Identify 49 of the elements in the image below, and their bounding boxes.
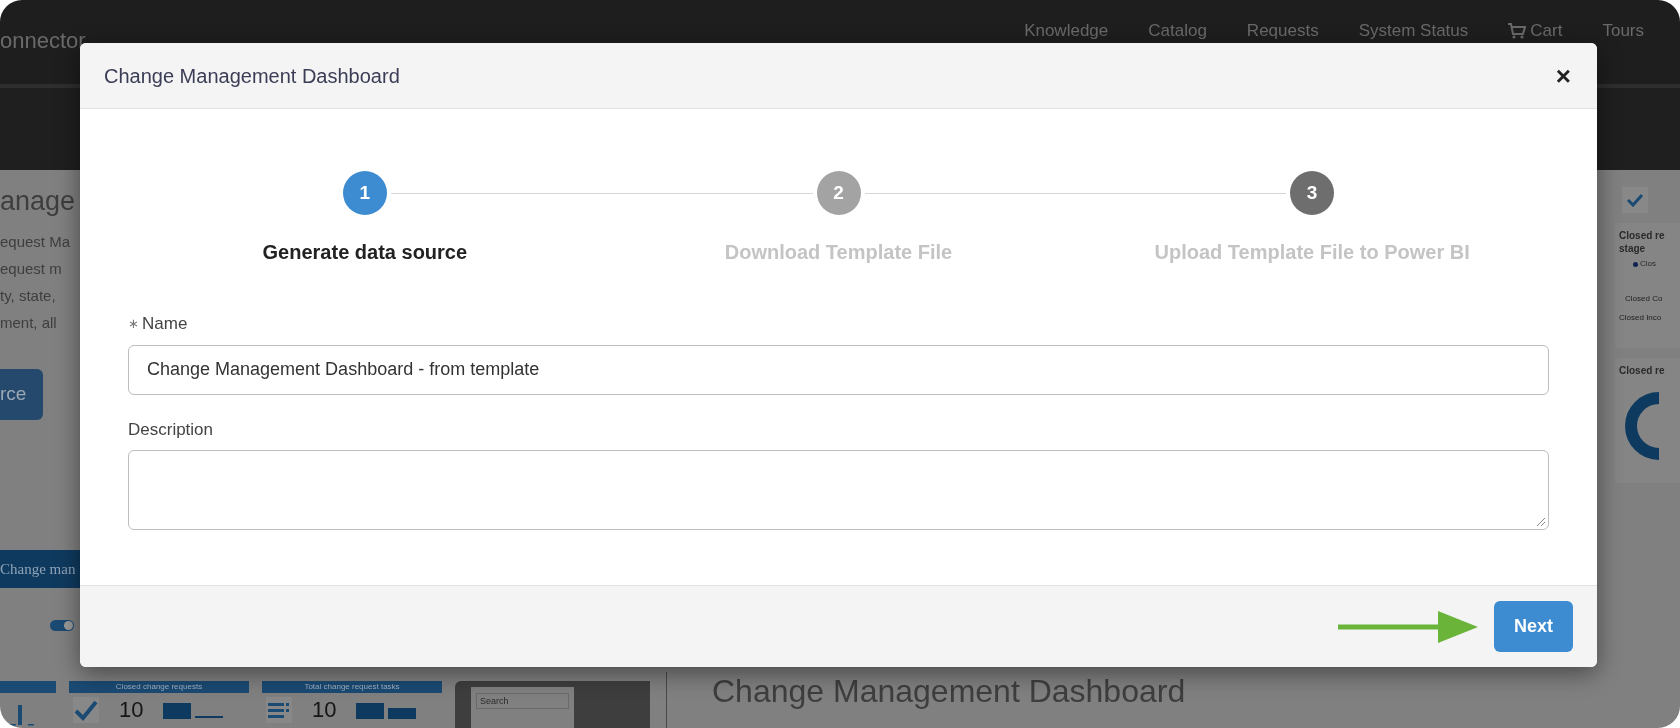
tile-value: 10 bbox=[119, 699, 144, 721]
nav-link[interactable]: Cart bbox=[1508, 22, 1563, 39]
nav-link[interactable]: System Status bbox=[1358, 22, 1469, 39]
toggle-switch[interactable] bbox=[50, 620, 74, 631]
nav-link[interactable]: Requests bbox=[1246, 22, 1319, 39]
search-field[interactable]: Search bbox=[476, 693, 569, 709]
page-heading: anage bbox=[0, 188, 76, 215]
nav-link[interactable]: Knowledge bbox=[1024, 22, 1109, 39]
description-text: equest m bbox=[0, 259, 62, 279]
tile-header: Total change request tasks bbox=[262, 681, 442, 693]
brand-name: onnector bbox=[0, 30, 86, 52]
legend-label: Clos bbox=[1640, 258, 1656, 270]
description-text: ment, all bbox=[0, 313, 57, 333]
step-number: 2 bbox=[816, 171, 861, 215]
next-button[interactable]: Next bbox=[1494, 601, 1573, 652]
field-label: Description bbox=[128, 418, 214, 441]
step-number: 1 bbox=[342, 171, 387, 215]
cart-icon bbox=[1508, 22, 1527, 39]
bar-chart-drawing bbox=[163, 701, 226, 719]
nav-link[interactable]: Tours bbox=[1602, 22, 1644, 39]
field-label: Name bbox=[142, 313, 188, 335]
name-field[interactable]: Change Management Dashboard - from template bbox=[128, 344, 1549, 395]
tile-header: Closed change requests bbox=[69, 681, 249, 693]
step-number: 3 bbox=[1290, 171, 1335, 215]
card-title: Closed re bbox=[1619, 364, 1665, 377]
arrow-icon bbox=[1338, 608, 1478, 645]
list-icon bbox=[268, 702, 290, 718]
step-label[interactable]: Download Template File bbox=[724, 237, 953, 267]
nav-link[interactable]: Catalog bbox=[1148, 22, 1207, 39]
axis-label: Closed Inco bbox=[1619, 313, 1662, 323]
card-title: Closed re bbox=[1619, 229, 1665, 242]
axis-label: Closed Co bbox=[1625, 294, 1663, 304]
step-label[interactable]: Upload Template File to Power BI bbox=[1154, 237, 1470, 267]
data-source-button[interactable]: rce bbox=[0, 369, 43, 420]
dialog-title: Change Management Dashboard bbox=[104, 63, 400, 89]
resize-handle-icon bbox=[1537, 518, 1545, 526]
dashboard-title: Change Management Dashboard bbox=[712, 673, 1186, 709]
description-field[interactable] bbox=[128, 450, 1549, 530]
tile-header bbox=[0, 681, 56, 693]
required-marker: ∗ bbox=[128, 315, 139, 333]
tile-value: 10 bbox=[312, 699, 337, 721]
bar-chart-drawing bbox=[356, 701, 419, 719]
dashboard-banner: Change man bbox=[0, 550, 80, 588]
description-text: ty, state, bbox=[0, 286, 56, 306]
check-icon bbox=[1626, 193, 1644, 207]
close-button[interactable]: × bbox=[1555, 62, 1571, 89]
card-subtitle: stage bbox=[1619, 242, 1646, 255]
description-text: equest Ma bbox=[0, 232, 71, 252]
step-label[interactable]: Generate data source bbox=[262, 237, 468, 267]
